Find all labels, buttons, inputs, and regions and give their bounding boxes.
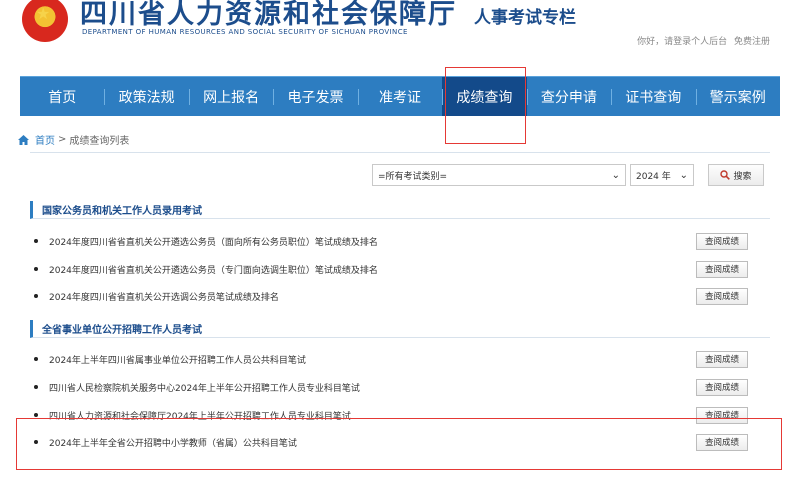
list-item: 2024年度四川省省直机关公开选调公务员笔试成绩及排名 查阅成绩 <box>34 286 748 306</box>
nav-score-query[interactable]: 成绩查询 <box>442 77 527 116</box>
exam-category-select[interactable]: =所有考试类别= ⌄ <box>372 164 626 186</box>
bullet <box>34 440 38 444</box>
nav-score-review[interactable]: 查分申请 <box>526 77 611 116</box>
site-subtitle: DEPARTMENT OF HUMAN RESOURCES AND SOCIAL… <box>82 28 408 36</box>
bullet <box>34 294 38 298</box>
section-title: 国家公务员和机关工作人员录用考试 <box>42 206 202 217</box>
bullet <box>34 385 38 389</box>
register-link[interactable]: 免费注册 <box>734 37 770 47</box>
view-score-button[interactable]: 查阅成绩 <box>696 378 748 396</box>
home-icon <box>18 134 29 145</box>
exam-title[interactable]: 2024年度四川省省直机关公开遴选公务员（面向所有公务员职位）笔试成绩及排名 <box>49 235 696 248</box>
view-score-button[interactable]: 查阅成绩 <box>696 260 748 278</box>
exam-category-value: =所有考试类别= <box>378 171 448 182</box>
breadcrumb: 首页 > 成绩查询列表 <box>18 132 129 147</box>
list-item: 2024年上半年四川省属事业单位公开招聘工作人员公共科目笔试 查阅成绩 <box>34 349 748 369</box>
bullet <box>34 239 38 243</box>
exam-column-title: 人事考试专栏 <box>474 8 576 28</box>
site-title: 四川省人力资源和社会保障厅 <box>80 0 457 30</box>
site-header: ★ 四川省人力资源和社会保障厅 DEPARTMENT OF HUMAN RESO… <box>0 0 800 76</box>
search-icon <box>720 170 731 180</box>
list-item: 四川省人民检察院机关服务中心2024年上半年公开招聘工作人员专业科目笔试 查阅成… <box>34 377 748 397</box>
divider <box>30 152 770 153</box>
exam-title[interactable]: 2024年上半年全省公开招聘中小学教师（省属）公共科目笔试 <box>49 436 696 449</box>
exam-title[interactable]: 四川省人民检察院机关服务中心2024年上半年公开招聘工作人员专业科目笔试 <box>49 381 696 394</box>
year-select[interactable]: 2024 年 ⌄ <box>630 164 694 186</box>
header-links: 你好，请登录个人后台 免费注册 <box>633 34 770 47</box>
nav-certificate-query[interactable]: 证书查询 <box>611 77 695 116</box>
login-link[interactable]: 你好，请登录个人后台 <box>637 37 727 47</box>
nav-home[interactable]: 首页 <box>20 77 104 116</box>
view-score-button[interactable]: 查阅成绩 <box>696 350 748 368</box>
view-score-button[interactable]: 查阅成绩 <box>696 287 748 305</box>
list-item: 四川省人力资源和社会保障厅2024年上半年公开招聘工作人员专业科目笔试 查阅成绩 <box>34 405 748 425</box>
list-item: 2024年度四川省省直机关公开遴选公务员（专门面向选调生职位）笔试成绩及排名 查… <box>34 259 748 279</box>
chevron-down-icon: ⌄ <box>611 169 620 181</box>
search-button-label: 搜索 <box>733 171 752 182</box>
nav-policies[interactable]: 政策法规 <box>104 77 188 116</box>
bullet <box>34 357 38 361</box>
section-civil-service-exams: 国家公务员和机关工作人员录用考试 <box>30 201 770 219</box>
bullet <box>34 267 38 271</box>
view-score-button[interactable]: 查阅成绩 <box>696 232 748 250</box>
view-score-button[interactable]: 查阅成绩 <box>696 406 748 424</box>
national-emblem-icon: ★ <box>22 0 68 42</box>
breadcrumb-current: 成绩查询列表 <box>69 136 130 147</box>
exam-title[interactable]: 2024年上半年四川省属事业单位公开招聘工作人员公共科目笔试 <box>49 353 696 366</box>
search-button[interactable]: 搜索 <box>708 164 764 186</box>
main-nav: 首页 政策法规 网上报名 电子发票 准考证 成绩查询 查分申请 证书查询 警示案… <box>20 76 780 116</box>
exam-title[interactable]: 四川省人力资源和社会保障厅2024年上半年公开招聘工作人员专业科目笔试 <box>49 409 696 422</box>
nav-e-invoice[interactable]: 电子发票 <box>273 77 357 116</box>
breadcrumb-home[interactable]: 首页 <box>35 132 55 147</box>
section-public-institution-exams: 全省事业单位公开招聘工作人员考试 <box>30 320 770 338</box>
section-title: 全省事业单位公开招聘工作人员考试 <box>42 325 202 336</box>
year-value: 2024 年 <box>636 171 671 182</box>
breadcrumb-separator: > <box>58 134 67 145</box>
exam-title[interactable]: 2024年度四川省省直机关公开遴选公务员（专门面向选调生职位）笔试成绩及排名 <box>49 263 696 276</box>
nav-admission-ticket[interactable]: 准考证 <box>357 77 442 116</box>
nav-online-registration[interactable]: 网上报名 <box>188 77 273 116</box>
exam-title[interactable]: 2024年度四川省省直机关公开选调公务员笔试成绩及排名 <box>49 290 696 303</box>
chevron-down-icon: ⌄ <box>679 169 688 181</box>
bullet <box>34 413 38 417</box>
list-item: 2024年上半年全省公开招聘中小学教师（省属）公共科目笔试 查阅成绩 <box>34 432 748 452</box>
view-score-button[interactable]: 查阅成绩 <box>696 433 748 451</box>
nav-warning-cases[interactable]: 警示案例 <box>695 77 780 116</box>
list-item: 2024年度四川省省直机关公开遴选公务员（面向所有公务员职位）笔试成绩及排名 查… <box>34 231 748 251</box>
